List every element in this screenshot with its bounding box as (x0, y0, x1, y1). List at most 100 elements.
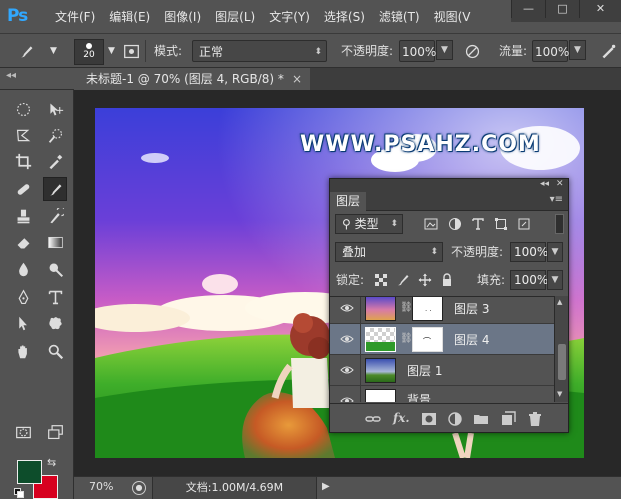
status-zoom[interactable]: 70% (89, 480, 113, 493)
close-panel-icon[interactable]: ✕ (556, 179, 564, 189)
visibility-eye-icon[interactable] (340, 364, 354, 376)
menu-select[interactable]: 选择(S) (317, 0, 372, 34)
layer-thumbnail[interactable] (365, 327, 396, 352)
filter-pixel-icon[interactable] (424, 217, 438, 231)
history-brush-tool-icon[interactable] (43, 204, 67, 228)
menu-layer[interactable]: 图层(L) (208, 0, 262, 34)
filter-shape-icon[interactable] (494, 217, 508, 231)
type-tool-icon[interactable] (43, 285, 67, 309)
lasso-tool-icon[interactable] (11, 123, 35, 147)
hand-tool-icon[interactable] (11, 339, 35, 363)
airbrush-icon[interactable] (596, 39, 620, 63)
menu-view[interactable]: 视图(V (427, 0, 478, 34)
marquee-tool-icon[interactable] (11, 97, 35, 121)
brush-tool-icon[interactable] (43, 177, 67, 201)
delete-layer-trash-icon[interactable] (527, 411, 543, 427)
blur-tool-icon[interactable] (11, 257, 35, 281)
pressure-opacity-icon[interactable] (460, 39, 484, 63)
menu-edit[interactable]: 编辑(E) (102, 0, 157, 34)
visibility-eye-icon[interactable] (340, 333, 354, 345)
filter-type-layer-icon[interactable] (471, 217, 485, 231)
layer-mask-thumbnail[interactable]: · · (412, 297, 443, 321)
visibility-eye-icon[interactable] (340, 302, 354, 314)
close-document-icon[interactable]: × (292, 68, 302, 90)
crop-tool-icon[interactable] (11, 149, 35, 173)
lock-position-icon[interactable] (418, 273, 432, 287)
mask-link-icon[interactable]: ⛓ (400, 333, 413, 344)
layer-mask-thumbnail[interactable]: ⌒ (412, 327, 443, 352)
layer-opacity-dropdown-icon[interactable]: ▼ (547, 242, 563, 262)
status-menu-arrow-icon[interactable]: ▶ (322, 481, 330, 492)
layers-scrollbar[interactable]: ▲ ▼ (554, 296, 568, 402)
link-layers-icon[interactable] (365, 411, 381, 427)
new-adjustment-layer-icon[interactable] (447, 411, 463, 427)
flow-dropdown-icon[interactable]: ▼ (569, 40, 586, 60)
opacity-dropdown-icon[interactable]: ▼ (436, 40, 453, 60)
add-mask-icon[interactable] (421, 411, 437, 427)
tab-layers[interactable]: 图层 (330, 192, 366, 211)
quick-selection-tool-icon[interactable] (43, 123, 67, 147)
menu-filter[interactable]: 滤镜(T) (372, 0, 427, 34)
custom-shape-tool-icon[interactable] (43, 311, 67, 335)
menu-image[interactable]: 图像(I) (157, 0, 208, 34)
flow-field[interactable]: 100% (532, 40, 569, 62)
layer-style-icon[interactable]: fx. (393, 411, 410, 427)
scroll-up-icon[interactable]: ▲ (557, 298, 562, 306)
healing-brush-tool-icon[interactable] (11, 177, 35, 201)
panel-menu-icon[interactable]: ▾≡ (550, 194, 563, 205)
lock-all-icon[interactable] (440, 273, 454, 287)
visibility-eye-icon[interactable] (340, 395, 354, 402)
dodge-tool-icon[interactable] (43, 257, 67, 281)
document-profile-icon[interactable]: ● (132, 481, 146, 495)
collapse-toolbox-icon[interactable]: ◂◂ (6, 70, 16, 81)
gradient-tool-icon[interactable] (43, 230, 67, 254)
blend-mode-select[interactable]: 叠加 ⬍ (335, 242, 443, 262)
opacity-field[interactable]: 100% (399, 40, 436, 62)
maximize-button[interactable]: □ (545, 0, 579, 18)
layer-row[interactable]: ⛓ · · 图层 3 (330, 297, 554, 324)
brush-panel-toggle-icon[interactable] (119, 39, 143, 63)
pen-tool-icon[interactable] (11, 285, 35, 309)
screen-mode-icon[interactable] (43, 420, 67, 444)
layer-thumbnail[interactable] (365, 297, 396, 321)
layer-thumbnail[interactable] (365, 358, 396, 383)
close-window-button[interactable]: ✕ (579, 0, 621, 18)
filter-adjustment-icon[interactable] (448, 217, 462, 231)
fill-dropdown-icon[interactable]: ▼ (547, 270, 563, 290)
scroll-down-icon[interactable]: ▼ (557, 390, 562, 398)
filter-toggle-switch[interactable] (555, 214, 564, 234)
layer-opacity-field[interactable]: 100% (510, 242, 548, 262)
collapse-panel-icon[interactable]: ◂◂ (540, 179, 549, 189)
fill-field[interactable]: 100% (510, 270, 548, 290)
move-tool-icon[interactable] (43, 97, 67, 121)
filter-smart-object-icon[interactable] (517, 217, 531, 231)
mask-link-icon[interactable]: ⛓ (400, 302, 413, 313)
document-tab[interactable]: 未标题-1 @ 70% (图层 4, RGB/8) * × (74, 68, 310, 90)
default-colors-icon[interactable] (14, 488, 24, 498)
mode-select[interactable]: 正常 ⬍ (192, 40, 327, 62)
zoom-tool-icon[interactable] (43, 339, 67, 363)
clone-stamp-tool-icon[interactable] (11, 204, 35, 228)
menu-type[interactable]: 文字(Y) (262, 0, 317, 34)
lock-image-pixels-icon[interactable] (396, 273, 410, 287)
eyedropper-tool-icon[interactable] (43, 149, 67, 173)
foreground-color-swatch[interactable] (17, 460, 42, 484)
quick-mask-icon[interactable] (11, 420, 35, 444)
swap-colors-icon[interactable]: ⇆ (47, 456, 56, 469)
filter-type-select[interactable]: ⚲ 类型 ⬍ (335, 214, 403, 234)
layer-row[interactable]: 背景 (330, 386, 554, 402)
layer-row-selected[interactable]: ⛓ ⌒ 图层 4 (330, 324, 554, 355)
brush-size-picker[interactable]: 20 (74, 39, 104, 65)
layer-row[interactable]: 图层 1 (330, 355, 554, 386)
lock-transparent-pixels-icon[interactable] (374, 273, 388, 287)
brush-size-dropdown-icon[interactable]: ▼ (108, 40, 115, 62)
brush-tool-preset-icon[interactable] (14, 39, 38, 63)
layer-thumbnail[interactable] (365, 389, 396, 402)
menu-file[interactable]: 文件(F) (48, 0, 102, 34)
new-layer-icon[interactable] (500, 411, 516, 427)
eraser-tool-icon[interactable] (11, 230, 35, 254)
path-selection-tool-icon[interactable] (11, 311, 35, 335)
new-group-folder-icon[interactable] (473, 411, 489, 427)
minimize-button[interactable]: — (511, 0, 545, 18)
tool-preset-dropdown-icon[interactable]: ▼ (50, 40, 57, 62)
